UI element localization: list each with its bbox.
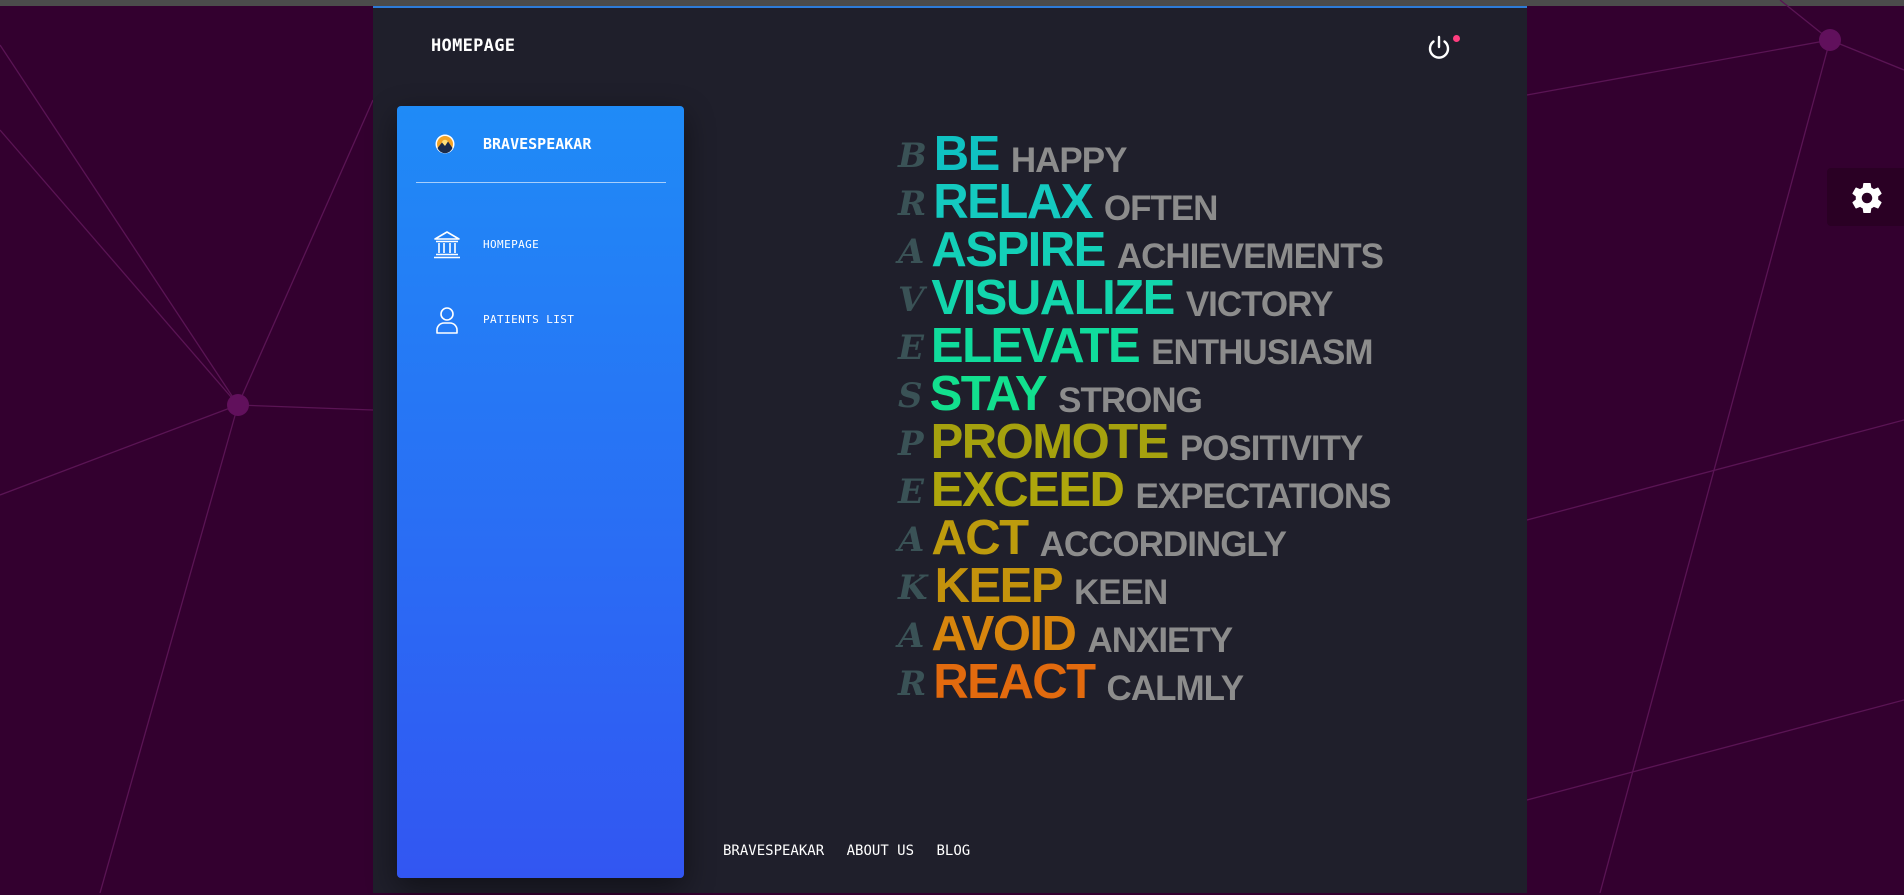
acrostic-phrase: POSITIVITY [1179,429,1364,468]
acrostic-letter: B [898,136,927,176]
acrostic-letter: A [898,232,925,272]
acrostic-phrase: CALMLY [1106,669,1245,708]
acrostic-phrase: KEEN [1074,573,1168,612]
acrostic-quotes: B BE HAPPY R RELAX OFTEN A ASPIRE ACHIEVEMENTS V V… [373,8,1527,895]
acrostic-letter: A [898,616,925,656]
footer-links: BRAVESPEAKAR ABOUT US BLOG [723,842,988,860]
acrostic-letter: E [898,328,924,368]
acrostic-letter: P [898,424,924,464]
footer-link-bravespeakar[interactable]: BRAVESPEAKAR [723,843,824,859]
acrostic-phrase: OFTEN [1103,189,1219,228]
acrostic-word: REACT [933,655,1096,709]
acrostic-letter: A [898,520,925,560]
main-panel: HOMEPAGE BRAVESPEAKAR HOMEPAGE PATIENTS … [373,6,1527,893]
acrostic-phrase: ANXIETY [1087,621,1233,660]
footer-link-about-us[interactable]: ABOUT US [847,843,914,859]
acrostic-phrase: VICTORY [1185,285,1334,324]
gear-icon [1852,182,1882,213]
acrostic-phrase: EXPECTATIONS [1135,477,1391,516]
acrostic-letter: R [898,184,927,224]
footer-link-blog[interactable]: BLOG [937,843,971,859]
acrostic-letter: E [898,472,924,512]
settings-button[interactable] [1827,168,1904,226]
acrostic-letter: S [898,376,923,416]
acrostic-letter: R [898,664,927,704]
acrostic-letter: K [898,568,928,608]
acrostic-phrase: ENTHUSIASM [1151,333,1373,372]
acrostic-letter: V [898,280,925,320]
acrostic-phrase: ACCORDINGLY [1039,525,1287,564]
